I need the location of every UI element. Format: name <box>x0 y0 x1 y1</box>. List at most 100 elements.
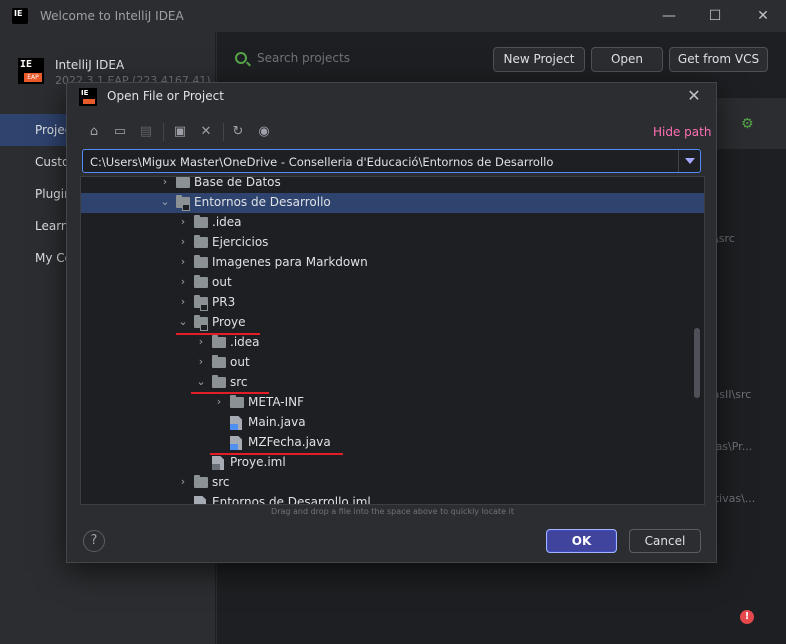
tree-row[interactable]: Entornos de Desarrollo.iml <box>81 493 704 505</box>
open-button[interactable]: Open <box>591 47 663 72</box>
chevron-down-icon[interactable] <box>678 150 700 172</box>
desktop-icon[interactable]: ▭ <box>111 123 129 141</box>
get-from-vcs-button[interactable]: Get from VCS <box>669 47 768 72</box>
tree-row-label: Imagenes para Markdown <box>212 255 368 269</box>
drag-drop-hint: Drag and drop a file into the space abov… <box>271 507 514 516</box>
tree-row[interactable]: › Imagenes para Markdown <box>81 253 704 273</box>
chevron-right-icon[interactable]: › <box>194 335 208 349</box>
tree-row[interactable]: › .idea <box>81 333 704 353</box>
tree-row-label: out <box>230 355 250 369</box>
tree-row[interactable]: › out <box>81 273 704 293</box>
maximize-button[interactable]: ☐ <box>692 0 738 32</box>
folder-icon <box>212 335 226 348</box>
tree-row-label: Ejercicios <box>212 235 269 249</box>
product-name: IntelliJ IDEA <box>55 58 125 72</box>
tree-row-label: .idea <box>230 335 260 349</box>
project-options-gear-icon[interactable]: ⚙ <box>741 116 754 132</box>
chevron-down-icon[interactable]: ⌄ <box>194 375 208 389</box>
folder-icon <box>194 255 208 268</box>
tree-row[interactable]: › META-INF <box>81 393 704 413</box>
tree-row[interactable]: Main.java <box>81 413 704 433</box>
chevron-down-icon[interactable]: ⌄ <box>176 315 190 329</box>
tree-row[interactable]: › PR3 <box>81 293 704 313</box>
tree-row[interactable]: ⌄ src <box>81 373 704 393</box>
red-underline-proye <box>176 333 260 335</box>
module-file-icon <box>194 496 206 504</box>
tree-row[interactable]: MZFecha.java <box>81 433 704 453</box>
tree-row[interactable]: Proye.iml <box>81 453 704 473</box>
toolbar-divider <box>163 123 164 141</box>
folder-icon <box>212 375 226 388</box>
search-icon <box>235 52 247 64</box>
path-input[interactable]: C:\Users\Migux Master\OneDrive - Consell… <box>82 149 701 173</box>
red-underline-mzfecha <box>210 453 343 455</box>
refresh-icon[interactable]: ↻ <box>229 123 247 141</box>
chevron-down-icon[interactable]: ⌄ <box>158 195 172 209</box>
recent-project-path[interactable]: \src <box>715 232 735 245</box>
open-file-dialog: IE Open File or Project ✕ ⌂ ▭ ▤ ▣ ✕ ↻ ◉ … <box>66 82 717 563</box>
scrollbar-thumb[interactable] <box>694 328 700 398</box>
toolbar-divider <box>223 123 224 141</box>
ok-button[interactable]: OK <box>546 529 617 553</box>
error-icon[interactable]: ! <box>740 610 754 624</box>
intellij-icon <box>12 8 28 24</box>
close-window-button[interactable]: ✕ <box>740 0 786 32</box>
tree-row-label: Entornos de Desarrollo.iml <box>212 495 371 505</box>
title-bar: Welcome to IntelliJ IDEA — ☐ ✕ <box>0 0 786 32</box>
intellij-logo-icon: IE EAP <box>18 58 44 84</box>
delete-icon[interactable]: ✕ <box>197 123 215 141</box>
tree-row[interactable]: ⌄ Entornos de Desarrollo <box>81 193 704 213</box>
close-icon[interactable]: ✕ <box>684 86 704 106</box>
tree-row-label: Main.java <box>248 415 306 429</box>
hide-path-link[interactable]: Hide path <box>653 125 711 139</box>
folder-icon <box>194 295 208 311</box>
show-hidden-icon[interactable]: ◉ <box>255 123 273 141</box>
tree-row[interactable]: › out <box>81 353 704 373</box>
chevron-right-icon[interactable]: › <box>194 355 208 369</box>
folder-icon <box>194 215 208 228</box>
folder-icon <box>212 355 226 368</box>
window-title: Welcome to IntelliJ IDEA <box>40 9 184 23</box>
chevron-right-icon[interactable]: › <box>176 235 190 249</box>
tree-row-label: PR3 <box>212 295 236 309</box>
chevron-right-icon[interactable]: › <box>176 295 190 309</box>
search-projects-input[interactable]: Search projects <box>257 51 350 65</box>
tree-row[interactable]: › Base de Datos <box>81 176 704 193</box>
help-button[interactable]: ? <box>83 530 105 552</box>
chevron-right-icon[interactable]: › <box>176 255 190 269</box>
chevron-right-icon[interactable]: › <box>176 275 190 289</box>
tree-row-label: src <box>230 375 248 389</box>
tree-row-label: META-INF <box>248 395 305 409</box>
chevron-right-icon[interactable]: › <box>158 177 172 189</box>
module-file-icon <box>212 456 224 470</box>
tree-row[interactable]: › src <box>81 473 704 493</box>
tree-row-label: Base de Datos <box>194 176 281 189</box>
java-file-icon <box>230 436 242 450</box>
java-file-icon <box>230 416 242 430</box>
cancel-button[interactable]: Cancel <box>629 529 701 553</box>
chevron-right-icon[interactable]: › <box>176 475 190 489</box>
folder-icon <box>194 475 208 488</box>
chevron-right-icon[interactable]: › <box>212 395 226 409</box>
tree-row-label: Proye <box>212 315 246 329</box>
project-folder-icon[interactable]: ▤ <box>137 123 155 141</box>
folder-icon <box>176 195 190 211</box>
intellij-eap-icon: IE <box>79 88 97 106</box>
home-icon[interactable]: ⌂ <box>85 123 103 141</box>
file-tree[interactable]: › Base de Datos ⌄ Entornos de Desarrollo › .i… <box>80 176 705 505</box>
folder-icon <box>176 177 190 188</box>
tree-row[interactable]: ⌄ Proye <box>81 313 704 333</box>
tree-row[interactable]: › Ejercicios <box>81 233 704 253</box>
new-project-button[interactable]: New Project <box>493 47 585 72</box>
tree-row-label: .idea <box>212 215 242 229</box>
folder-icon <box>194 315 208 331</box>
new-folder-icon[interactable]: ▣ <box>171 123 189 141</box>
chevron-right-icon[interactable]: › <box>176 215 190 229</box>
tree-row-label: src <box>212 475 230 489</box>
folder-icon <box>194 235 208 248</box>
path-value[interactable]: C:\Users\Migux Master\OneDrive - Consell… <box>90 155 553 169</box>
minimize-button[interactable]: — <box>646 0 692 32</box>
folder-icon <box>230 395 244 408</box>
tree-row[interactable]: › .idea <box>81 213 704 233</box>
tree-row-label: out <box>212 275 232 289</box>
